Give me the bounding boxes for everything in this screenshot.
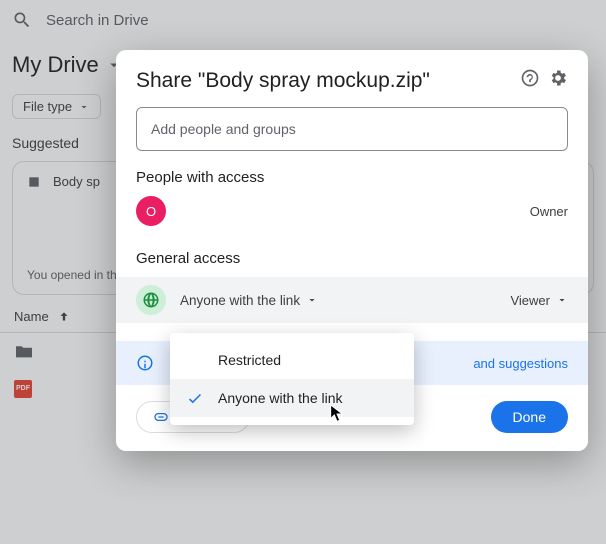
check-icon [186, 389, 204, 407]
menu-item-restricted[interactable]: Restricted [170, 341, 414, 379]
help-button[interactable] [520, 68, 540, 93]
people-with-access-heading: People with access [136, 169, 568, 186]
settings-button[interactable] [548, 68, 568, 93]
link-icon [153, 409, 169, 425]
avatar: O [136, 196, 166, 226]
menu-item-anyone-with-link[interactable]: Anyone with the link [170, 379, 414, 417]
role-dropdown[interactable]: Viewer [510, 293, 568, 308]
access-scope-dropdown[interactable]: Anyone with the link [178, 289, 320, 312]
chevron-down-icon [306, 294, 318, 306]
globe-icon [142, 291, 160, 309]
gear-icon [548, 68, 568, 88]
owner-row: O Owner [136, 196, 568, 226]
owner-role: Owner [530, 204, 568, 219]
access-scope-menu: Restricted Anyone with the link [170, 333, 414, 425]
general-access-heading: General access [136, 250, 568, 267]
info-icon [136, 354, 154, 372]
help-icon [520, 68, 540, 88]
mouse-cursor [328, 404, 346, 424]
general-access-row: Anyone with the link Viewer [116, 277, 588, 323]
add-people-input[interactable]: Add people and groups [136, 107, 568, 151]
add-people-placeholder: Add people and groups [151, 121, 296, 137]
done-button[interactable]: Done [491, 401, 568, 433]
info-text: and suggestions [473, 356, 568, 371]
globe-badge [136, 285, 166, 315]
chevron-down-icon [556, 294, 568, 306]
dialog-title: Share "Body spray mockup.zip" [136, 69, 512, 93]
